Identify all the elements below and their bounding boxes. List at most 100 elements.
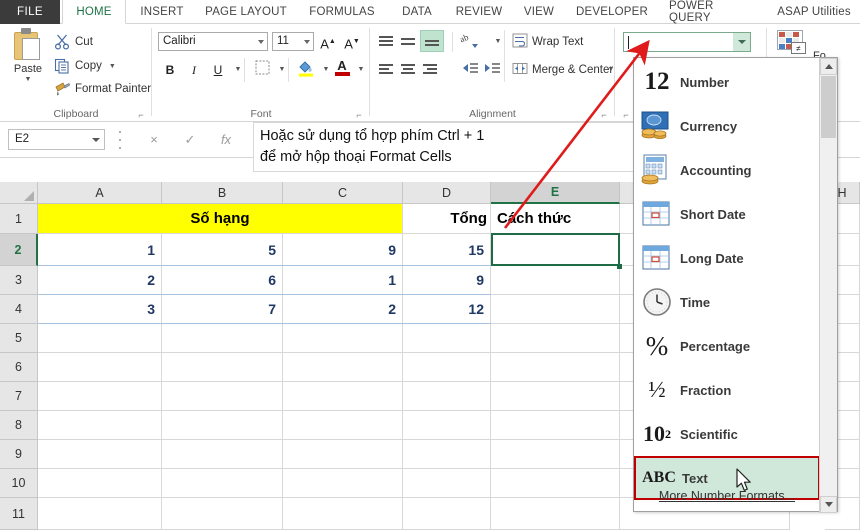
cut-button[interactable]: Cut (54, 32, 93, 52)
dropdown-item-currency[interactable]: Currency (634, 104, 820, 148)
orientation-button[interactable]: ab (458, 32, 484, 51)
cell-e11[interactable] (491, 498, 620, 530)
tab-file[interactable]: FILE (0, 0, 60, 24)
tab-formulas[interactable]: FORMULAS (300, 0, 384, 24)
decrease-font-size-button[interactable]: A▼ (342, 32, 362, 51)
confirm-entry-button[interactable]: ✓ (172, 132, 208, 148)
tab-home[interactable]: HOME (62, 0, 126, 24)
number-format-dropdown-list[interactable]: 12 Number Currency Accounting Short Date… (633, 57, 838, 513)
cell-c10[interactable] (283, 469, 403, 498)
row-header-8[interactable]: 8 (0, 411, 38, 440)
tab-view[interactable]: VIEW (514, 0, 564, 24)
cell-b7[interactable] (162, 382, 283, 411)
cell-b5[interactable] (162, 324, 283, 353)
dropdown-item-short-date[interactable]: Short Date (634, 192, 820, 236)
dropdown-scroll-thumb[interactable] (821, 76, 836, 138)
cell-b10[interactable] (162, 469, 283, 498)
cell-a9[interactable] (38, 440, 162, 469)
dropdown-scroll-up-button[interactable] (820, 58, 837, 75)
align-right-button[interactable] (420, 60, 440, 79)
row-header-3[interactable]: 3 (0, 266, 38, 295)
cell-a8[interactable] (38, 411, 162, 440)
row-header-2[interactable]: 2 (0, 234, 38, 266)
font-name-input[interactable]: Calibri (158, 32, 268, 51)
cell-a3[interactable]: 2 (38, 266, 162, 295)
column-header-e[interactable]: E (491, 182, 620, 204)
cell-d7[interactable] (403, 382, 491, 411)
dropdown-item-time[interactable]: Time (634, 280, 820, 324)
wrap-text-button[interactable]: Wrap Text (512, 32, 583, 52)
cell-c11[interactable] (283, 498, 403, 530)
cell-a11[interactable] (38, 498, 162, 530)
cell-d6[interactable] (403, 353, 491, 382)
cell-b3[interactable]: 6 (162, 266, 283, 295)
cell-c6[interactable] (283, 353, 403, 382)
increase-font-size-button[interactable]: A▲ (318, 32, 338, 51)
tab-asap-utilities[interactable]: ASAP Utilities (768, 0, 860, 24)
cell-e5[interactable] (491, 324, 620, 353)
paste-dropdown-caret-icon[interactable]: ▼ (25, 76, 32, 83)
cell-b2[interactable]: 5 (162, 234, 283, 266)
insert-function-button[interactable]: fx (208, 132, 244, 147)
clipboard-dialog-launcher[interactable]: ⌐ (136, 110, 146, 120)
row-header-5[interactable]: 5 (0, 324, 38, 353)
row-header-7[interactable]: 7 (0, 382, 38, 411)
decrease-indent-button[interactable] (460, 60, 482, 79)
cell-e3[interactable] (491, 266, 620, 295)
cell-c5[interactable] (283, 324, 403, 353)
cell-e9[interactable] (491, 440, 620, 469)
tab-review[interactable]: REVIEW (448, 0, 510, 24)
cell-c9[interactable] (283, 440, 403, 469)
align-top-button[interactable] (376, 32, 396, 51)
cell-e4[interactable] (491, 295, 620, 324)
align-center-button[interactable] (398, 60, 418, 79)
row-header-11[interactable]: 11 (0, 498, 38, 530)
tab-developer[interactable]: DEVELOPER (568, 0, 656, 24)
cell-d9[interactable] (403, 440, 491, 469)
conditional-formatting-button[interactable]: ≠ (777, 30, 807, 56)
dropdown-item-number[interactable]: 12 Number (634, 60, 820, 104)
column-header-a[interactable]: A (38, 182, 162, 204)
row-header-6[interactable]: 6 (0, 353, 38, 382)
borders-button[interactable] (252, 60, 272, 80)
fill-handle[interactable] (617, 264, 622, 269)
fill-color-button[interactable] (296, 60, 316, 80)
cell-e8[interactable] (491, 411, 620, 440)
italic-button[interactable]: I (184, 60, 204, 80)
cell-b11[interactable] (162, 498, 283, 530)
row-header-1[interactable]: 1 (0, 204, 38, 234)
column-header-c[interactable]: C (283, 182, 403, 204)
cell-d8[interactable] (403, 411, 491, 440)
cell-c7[interactable] (283, 382, 403, 411)
cell-d3[interactable]: 9 (403, 266, 491, 295)
cell-e1[interactable]: Cách thức (491, 204, 620, 234)
active-cell-selection[interactable] (491, 233, 620, 266)
align-middle-button[interactable] (398, 32, 418, 51)
cell-a6[interactable] (38, 353, 162, 382)
column-header-d[interactable]: D (403, 182, 491, 204)
align-bottom-button[interactable] (420, 30, 444, 52)
cell-c3[interactable]: 1 (283, 266, 403, 295)
alignment-dialog-launcher[interactable]: ⌐ (599, 110, 609, 120)
font-size-caret-icon[interactable] (304, 39, 310, 44)
tab-insert[interactable]: INSERT (131, 0, 193, 24)
cell-e6[interactable] (491, 353, 620, 382)
borders-caret-icon[interactable]: ▼ (272, 60, 292, 80)
cell-a1-merged[interactable]: Số hạng (38, 204, 403, 234)
format-painter-button[interactable]: Format Painter (54, 79, 151, 99)
select-all-corner[interactable] (0, 182, 38, 204)
cell-c2[interactable]: 9 (283, 234, 403, 266)
cell-b9[interactable] (162, 440, 283, 469)
copy-button[interactable]: Copy ▼ (54, 56, 116, 76)
paste-button[interactable]: Paste ▼ (6, 28, 50, 98)
cell-d10[interactable] (403, 469, 491, 498)
orientation-caret-icon[interactable]: ▼ (488, 32, 508, 52)
font-dialog-launcher[interactable]: ⌐ (354, 110, 364, 120)
name-box[interactable]: E2 (8, 129, 105, 150)
underline-button[interactable]: U (208, 60, 228, 80)
cell-e7[interactable] (491, 382, 620, 411)
cell-d4[interactable]: 12 (403, 295, 491, 324)
merge-center-button[interactable]: Merge & Center (512, 60, 613, 80)
row-header-10[interactable]: 10 (0, 469, 38, 498)
cell-a2[interactable]: 1 (38, 234, 162, 266)
